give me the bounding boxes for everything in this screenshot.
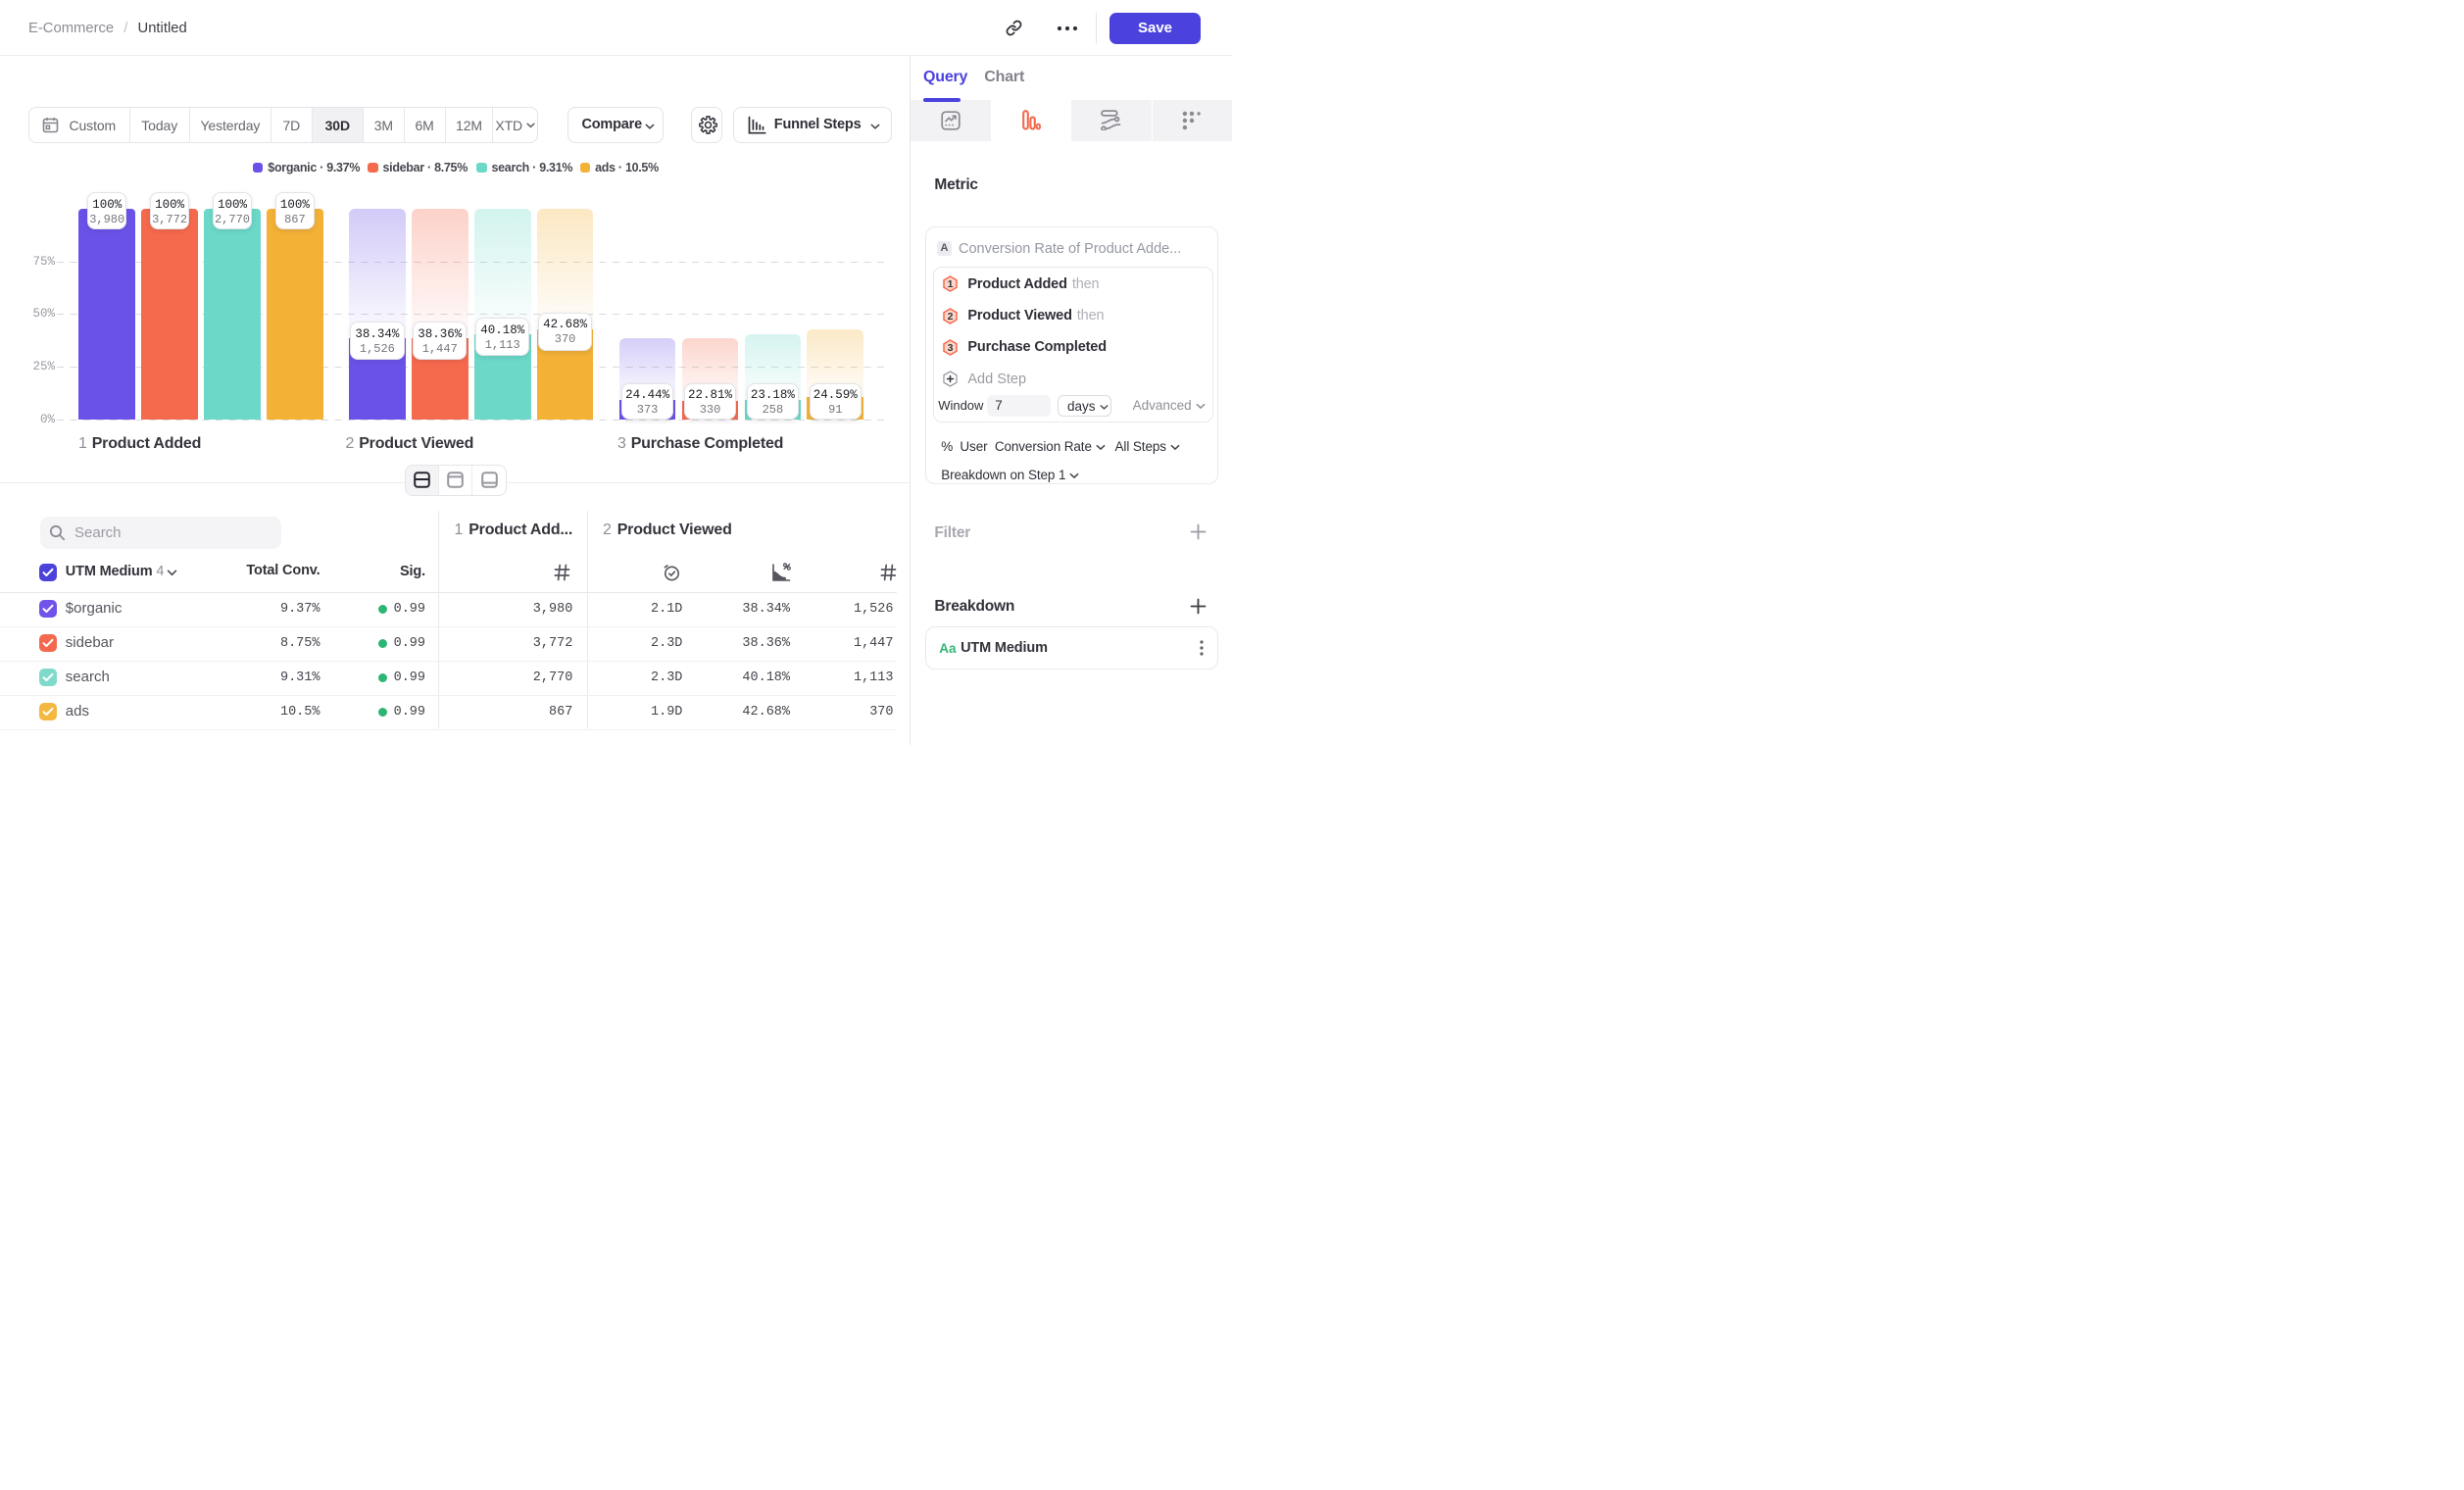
svg-text:3: 3 <box>947 342 953 354</box>
svg-text:2: 2 <box>947 311 953 323</box>
svg-text:1: 1 <box>947 279 953 291</box>
